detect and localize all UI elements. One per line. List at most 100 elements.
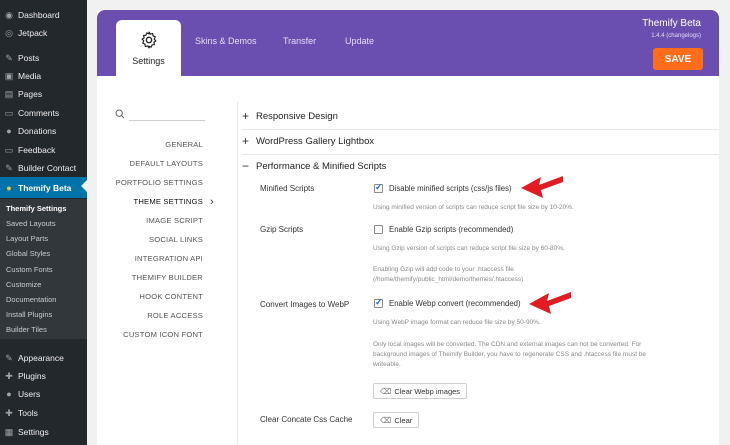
section-performance[interactable]: − Performance & Minified Scripts <box>242 156 722 176</box>
submenu-saved-layouts[interactable]: Saved Layouts <box>6 219 56 228</box>
divider <box>242 129 719 130</box>
broom-icon: ⌫ <box>380 386 392 396</box>
menu-users[interactable]: ● Users <box>0 385 87 403</box>
menu-tools[interactable]: ✚ Tools <box>0 404 87 422</box>
contact-icon: ✎ <box>5 162 13 173</box>
nav-role-access[interactable]: ROLE ACCESS <box>147 311 203 320</box>
tab-update[interactable]: Update <box>345 36 374 46</box>
broom-icon: ⌫ <box>380 415 392 425</box>
save-button[interactable]: SAVE <box>653 48 703 70</box>
minus-icon: − <box>242 159 250 173</box>
menu-plugins[interactable]: ✚ Plugins <box>0 367 87 385</box>
gzip-note: Enabling Gzip will add code to your .hta… <box>373 266 524 283</box>
appearance-icon: ✎ <box>5 352 13 363</box>
minified-checkbox-label[interactable]: Disable minified scripts (css/js files) <box>389 184 512 193</box>
tab-transfer[interactable]: Transfer <box>283 36 316 46</box>
webp-label: Convert Images to WebP <box>260 300 350 309</box>
menu-label: Settings <box>18 427 49 437</box>
menu-feedback[interactable]: ▭ Feedback <box>0 141 87 159</box>
menu-label: Donations <box>18 126 57 136</box>
wp-admin-sidebar: ◉ Dashboard ◎ Jetpack ✎ Posts ▣ Media ▤ Pages… <box>0 0 87 445</box>
version-changelogs[interactable]: 1.4.4 (changelogs) <box>651 33 701 39</box>
webp-note: Only local images will be converted. The… <box>373 341 647 368</box>
webp-checkbox-label[interactable]: Enable Webp convert (recommended) <box>389 299 521 308</box>
menu-label: Appearance <box>18 353 64 363</box>
menu-pages[interactable]: ▤ Pages <box>0 85 87 103</box>
search-icon <box>115 109 125 119</box>
submenu-themify-settings[interactable]: Themify Settings <box>6 204 66 213</box>
menu-posts[interactable]: ✎ Posts <box>0 49 87 67</box>
tab-settings-label: Settings <box>132 56 165 66</box>
nav-theme-settings[interactable]: THEME SETTINGS <box>134 197 203 206</box>
nav-image-script[interactable]: IMAGE SCRIPT <box>146 216 203 225</box>
settings-icon: ▦ <box>4 426 14 437</box>
menu-label: Tools <box>18 408 38 418</box>
submenu-documentation[interactable]: Documentation <box>6 295 56 304</box>
section-title: Responsive Design <box>256 110 338 122</box>
nav-social-links[interactable]: SOCIAL LINKS <box>149 235 203 244</box>
themify-panel: Settings Skins & Demos Transfer Update T… <box>97 10 719 445</box>
menu-jetpack[interactable]: ◎ Jetpack <box>0 24 87 42</box>
gzip-checkbox[interactable] <box>374 225 383 234</box>
menu-comments[interactable]: ▭ Comments <box>0 104 87 122</box>
submenu-custom-fonts[interactable]: Custom Fonts <box>6 265 53 274</box>
nav-general[interactable]: GENERAL <box>165 140 203 149</box>
section-responsive-design[interactable]: + Responsive Design <box>242 106 722 126</box>
plus-icon: + <box>242 134 250 148</box>
section-title: Performance & Minified Scripts <box>256 160 387 172</box>
nav-portfolio-settings[interactable]: PORTFOLIO SETTINGS <box>116 178 203 187</box>
nav-default-layouts[interactable]: DEFAULT LAYOUTS <box>130 159 203 168</box>
submenu-builder-tiles[interactable]: Builder Tiles <box>6 325 47 334</box>
section-title: WordPress Gallery Lightbox <box>256 135 375 147</box>
clear-webp-button[interactable]: ⌫ Clear Webp images <box>373 383 468 399</box>
donations-icon: ● <box>6 126 12 136</box>
tab-skins-demos[interactable]: Skins & Demos <box>195 36 257 46</box>
menu-media[interactable]: ▣ Media <box>0 67 87 85</box>
menu-donations[interactable]: ● Donations <box>0 122 87 140</box>
menu-label: Builder Contact <box>18 163 77 173</box>
nav-hook-content[interactable]: HOOK CONTENT <box>139 292 203 301</box>
media-icon: ▣ <box>4 70 14 81</box>
minified-checkbox[interactable] <box>374 182 383 193</box>
menu-appearance[interactable]: ✎ Appearance <box>0 349 87 367</box>
nav-integration-api[interactable]: INTEGRATION API <box>135 254 203 263</box>
menu-label: Comments <box>18 108 60 118</box>
current-menu-pointer <box>81 180 87 192</box>
menu-themify-beta[interactable]: ● Themify Beta <box>0 177 87 198</box>
minified-description: Using minified version of scripts can re… <box>373 204 574 211</box>
gzip-description: Using Gzip version of scripts can reduce… <box>373 245 565 252</box>
submenu-install-plugins[interactable]: Install Plugins <box>6 310 52 319</box>
nav-custom-icon-font[interactable]: CUSTOM ICON FONT <box>123 330 203 339</box>
submenu-layout-parts[interactable]: Layout Parts <box>6 234 48 243</box>
panel-header: Settings Skins & Demos Transfer Update T… <box>97 10 719 80</box>
pin-icon: ✎ <box>5 52 13 63</box>
pages-icon: ▤ <box>4 88 14 99</box>
nav-themify-builder[interactable]: THEMIFY BUILDER <box>132 273 203 282</box>
plugins-icon: ✚ <box>5 370 13 381</box>
menu-builder-contact[interactable]: ✎ Builder Contact <box>0 159 87 177</box>
gzip-checkbox-label[interactable]: Enable Gzip scripts (recommended) <box>389 225 513 234</box>
content-divider <box>237 102 238 445</box>
jetpack-icon: ◎ <box>5 27 13 38</box>
menu-label: Users <box>18 389 41 399</box>
menu-dashboard[interactable]: ◉ Dashboard <box>0 6 87 24</box>
clear-concat-button[interactable]: ⌫ Clear <box>373 412 420 428</box>
section-gallery-lightbox[interactable]: + WordPress Gallery Lightbox <box>242 131 722 151</box>
submenu-customize[interactable]: Customize <box>6 280 41 289</box>
red-arrow-icon <box>521 176 563 198</box>
button-label: Clear Webp images <box>394 386 461 396</box>
themify-icon: ● <box>6 182 12 193</box>
webp-description: Using WebP image format can reduce file … <box>373 319 541 326</box>
red-arrow-icon <box>529 292 571 314</box>
menu-label: Media <box>18 71 42 81</box>
search-input[interactable] <box>129 120 205 121</box>
minified-scripts-label: Minified Scripts <box>260 184 315 193</box>
menu-label: Themify Beta <box>18 182 72 193</box>
menu-settings[interactable]: ▦ Settings <box>0 423 87 441</box>
submenu-global-styles[interactable]: Global Styles <box>6 249 50 258</box>
users-icon: ● <box>6 389 12 399</box>
gear-icon <box>141 31 156 49</box>
dashboard-icon: ◉ <box>5 9 13 20</box>
tab-settings[interactable]: Settings <box>116 20 181 80</box>
webp-checkbox[interactable] <box>374 297 383 308</box>
